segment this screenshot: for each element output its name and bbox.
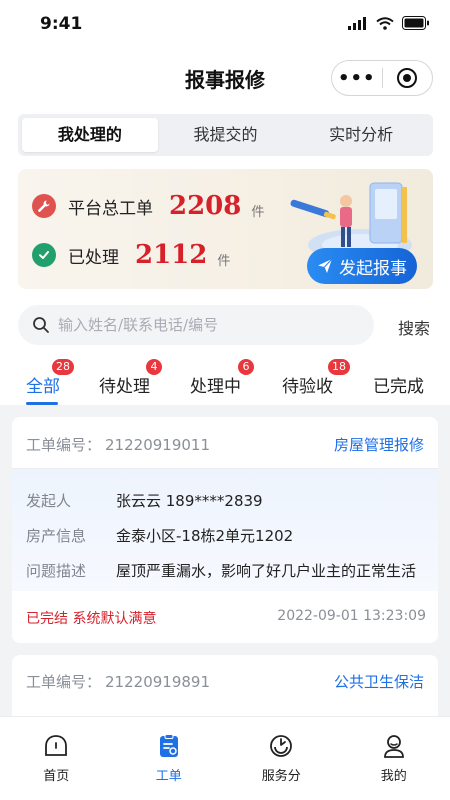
close-button[interactable] (382, 67, 432, 89)
segment-analysis[interactable]: 实时分析 (293, 118, 429, 152)
tab-label: 已完成 (373, 377, 424, 397)
order-card[interactable]: 工单编号： 21220919891 公共卫生保洁 (12, 655, 438, 725)
tab-all[interactable]: 全部 28 (26, 359, 74, 397)
total-label: 平台总工单 (68, 198, 153, 219)
report-button-label: 发起报事 (339, 258, 407, 279)
total-value: 2208 (169, 191, 242, 221)
wrench-icon (32, 194, 56, 218)
user-icon (383, 735, 404, 758)
search-input[interactable] (58, 316, 348, 334)
target-icon (397, 68, 418, 88)
ticket-icon (159, 734, 178, 757)
search-bar (18, 305, 374, 345)
order-card[interactable]: 工单编号： 21220919011 房屋管理报修 发起人 张云云 189****28… (12, 417, 438, 643)
tab-label: 全部 (26, 377, 60, 397)
tab-home[interactable]: 首页 (0, 717, 113, 800)
count-badge: 6 (238, 359, 254, 375)
done-unit: 件 (217, 253, 231, 269)
order-number: 工单编号： 21220919011 (26, 436, 210, 454)
more-button[interactable]: ••• (332, 68, 382, 89)
tab-pending[interactable]: 待处理 4 (99, 359, 162, 397)
total-unit: 件 (251, 204, 265, 220)
tab-service-score[interactable]: 服务分 (225, 717, 338, 800)
tab-tickets[interactable]: 工单 (113, 717, 226, 800)
done-value: 2112 (135, 240, 208, 270)
order-details: 发起人 张云云 189****2839 房产信息 金泰小区-18栋2单元1202 问… (12, 469, 438, 591)
order-number: 工单编号： 21220919891 (26, 673, 210, 691)
send-icon (318, 258, 333, 273)
search-button[interactable]: 搜索 (398, 315, 430, 339)
segment-mine[interactable]: 我处理的 (22, 118, 158, 152)
tab-profile[interactable]: 我的 (338, 717, 450, 800)
tab-awaiting-check[interactable]: 待验收 18 (282, 359, 350, 397)
done-stat: 已处理 2112 件 (32, 240, 230, 270)
order-type: 房屋管理报修 (333, 436, 424, 454)
search-icon (33, 317, 49, 333)
wifi-icon (376, 16, 394, 30)
order-type: 公共卫生保洁 (333, 673, 424, 691)
tab-label: 待验收 (282, 377, 333, 397)
segment-control: 我处理的 我提交的 实时分析 (18, 114, 433, 156)
detail-row: 发起人 张云云 189****2839 (26, 492, 263, 510)
signal-icon (348, 16, 366, 30)
status-tabs: 全部 28 待处理 4 处理中 6 待验收 18 已完成 (0, 359, 450, 405)
home-icon (45, 735, 68, 756)
order-time: 2022-09-01 13:23:09 (277, 608, 426, 624)
count-badge: 4 (146, 359, 162, 375)
summary-banner: 平台总工单 2208 件 已处理 2112 件 发起报事 (18, 169, 433, 289)
battery-icon (402, 16, 429, 30)
tab-processing[interactable]: 处理中 6 (190, 359, 254, 397)
bottom-tab-bar: 首页 工单 服务分 我的 (0, 716, 450, 800)
tab-completed[interactable]: 已完成 (373, 372, 424, 397)
mini-program-capsule: ••• (331, 60, 433, 96)
tab-label: 待处理 (99, 377, 150, 397)
report-button[interactable]: 发起报事 (307, 248, 417, 284)
done-label: 已处理 (68, 247, 119, 268)
clock: 9:41 (40, 14, 83, 34)
status-bar: 9:41 (0, 0, 450, 50)
segment-submitted[interactable]: 我提交的 (158, 118, 294, 152)
count-badge: 18 (328, 359, 350, 375)
detail-row: 问题描述 屋顶严重漏水，影响了好几户业主的正常生活 (26, 562, 416, 580)
detail-row: 房产信息 金泰小区-18栋2单元1202 (26, 527, 294, 545)
order-status: 已完结 系统默认满意 (26, 611, 157, 627)
nav-bar: 报事报修 ••• (0, 55, 450, 101)
score-icon (270, 735, 293, 757)
count-badge: 28 (52, 359, 74, 375)
active-tab-indicator (26, 402, 58, 405)
total-stat: 平台总工单 2208 件 (32, 191, 264, 221)
check-icon (32, 243, 56, 267)
tab-label: 处理中 (190, 377, 241, 397)
